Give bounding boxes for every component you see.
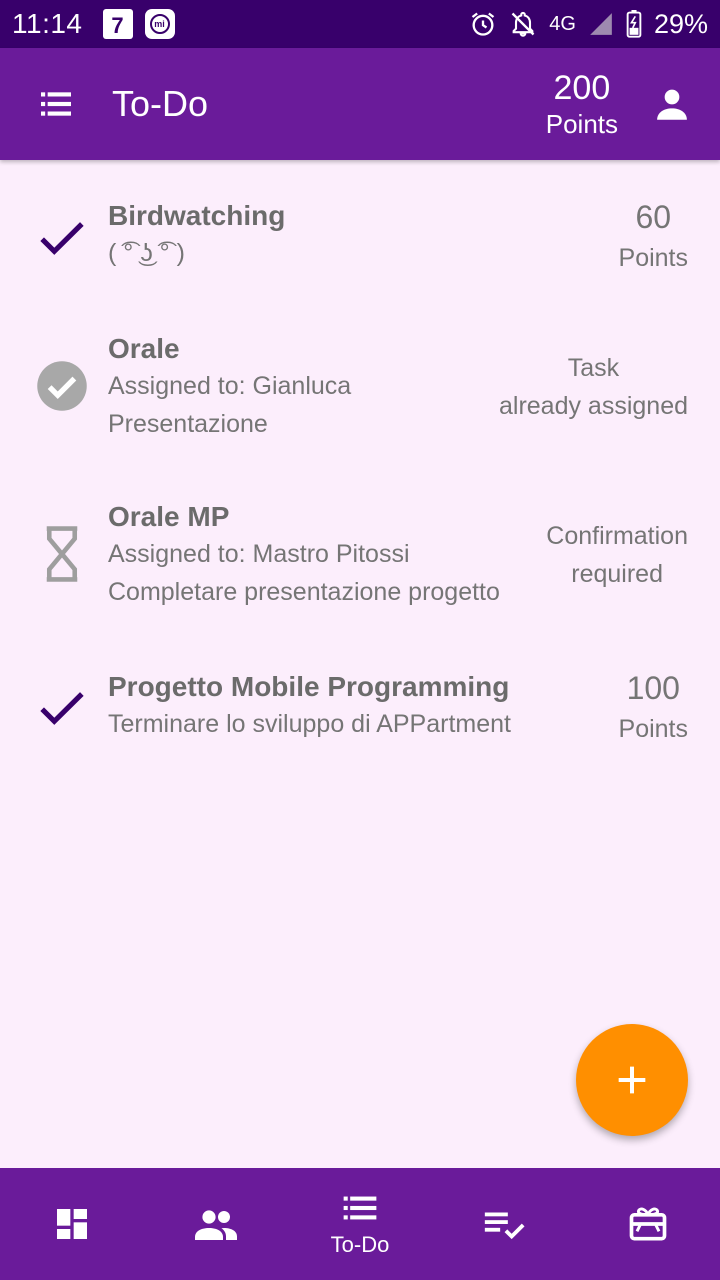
check-circle-icon [32,356,92,416]
signal-icon [590,13,612,35]
gift-card-icon [629,1207,667,1241]
bottom-navigation: To-Do [0,1168,720,1280]
person-icon [657,89,687,120]
task-points-label: Points [618,715,688,743]
task-title: Progetto Mobile Programming [108,671,510,702]
plus-icon [618,1066,646,1094]
calendar-icon: 7 [102,9,133,39]
task-points-label: Points [618,244,688,272]
account-button[interactable] [644,76,700,132]
list-icon [343,1196,377,1220]
points-label: Points [545,109,618,139]
check-icon [32,678,92,738]
task-status-line-1: Task [567,354,620,382]
nav-todo[interactable]: To-Do [288,1168,432,1280]
nav-people[interactable] [144,1168,288,1280]
status-bar: 11:14 7 mi 4G 29% [0,0,720,48]
nav-label: To-Do [330,1232,390,1257]
task-assignee: Assigned to: Gianluca [108,372,352,400]
task-item-birdwatching[interactable]: Birdwatching ( ͡° ͜ʖ ͡° ) 60 Points [0,190,720,300]
hourglass-icon [32,524,92,584]
user-points: 200 Points [546,68,618,140]
points-value: 200 [553,69,611,107]
status-time: 11:14 [12,8,83,39]
task-title: Orale MP [108,501,230,532]
network-type: 4G [549,12,576,35]
check-icon [32,208,92,268]
task-item-orale[interactable]: Orale Assigned to: Gianluca Presentazion… [0,328,720,448]
task-points-value: 60 [635,199,672,235]
task-status-line-2: already assigned [498,392,688,420]
task-title: Orale [108,333,180,364]
nav-dashboard[interactable] [0,1168,144,1280]
task-description: ( ͡° ͜ʖ ͡° ) [108,239,185,267]
alarm-icon [472,12,495,36]
playlist-check-icon [484,1212,525,1240]
page-title: To-Do [112,83,209,124]
calendar-day: 7 [111,13,124,38]
task-points-value: 100 [626,670,680,706]
battery-percent: 29% [653,8,708,39]
notifications-off-icon [511,11,535,37]
task-description: Presentazione [108,410,268,438]
task-assignee: Assigned to: Mastro Pitossi [108,540,410,568]
nav-completed[interactable] [432,1168,576,1280]
mi-app-icon: mi [144,9,175,39]
app-bar: To-Do 200 Points [0,48,720,160]
nav-rewards[interactable] [576,1168,720,1280]
task-status-line-2: required [571,560,663,588]
people-icon [195,1210,237,1240]
add-task-button[interactable] [576,1024,688,1136]
task-description: Terminare lo sviluppo di APPartment [108,710,511,738]
dashboard-icon [57,1209,87,1239]
battery-icon [626,10,642,38]
task-status-line-1: Confirmation [546,522,688,550]
task-item-orale-mp[interactable]: Orale MP Assigned to: Mastro Pitossi Com… [0,496,720,616]
task-title: Birdwatching [108,200,286,231]
task-item-progetto-mobile[interactable]: Progetto Mobile Programming Terminare lo… [0,666,720,776]
task-description: Completare presentazione progetto [108,578,500,606]
menu-button[interactable] [28,76,84,132]
list-menu-icon [41,92,71,116]
